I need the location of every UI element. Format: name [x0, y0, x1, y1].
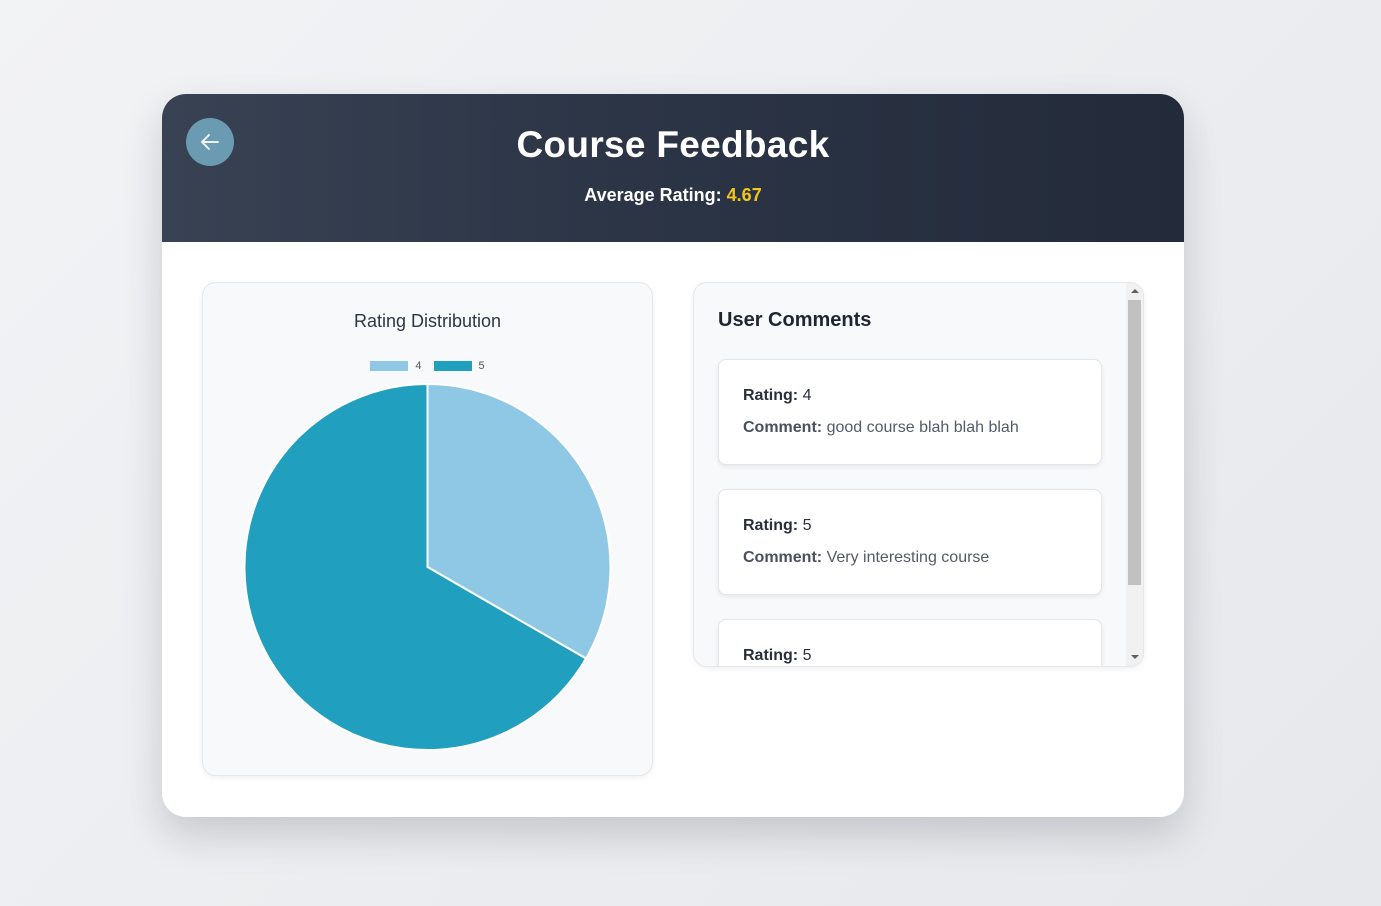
comment-label: Comment:	[743, 419, 823, 436]
rating-distribution-panel: Rating Distribution 45	[202, 282, 653, 776]
comment-text: Very interesting course	[826, 549, 990, 566]
pie-chart	[243, 382, 612, 751]
comment-label: Comment:	[743, 549, 823, 566]
comments-scrollbar[interactable]	[1126, 283, 1143, 666]
page-title: Course Feedback	[516, 124, 830, 165]
rating-value: 5	[802, 647, 812, 664]
scroll-up-icon[interactable]	[1131, 289, 1139, 293]
comment-card: Rating: 4 Comment: good course blah blah…	[718, 359, 1102, 465]
comment-text: good course blah blah blah	[826, 419, 1019, 436]
rating-value: 5	[802, 517, 812, 534]
rating-label: Rating:	[743, 387, 799, 404]
average-rating-value: 4.67	[726, 185, 762, 205]
scroll-thumb[interactable]	[1128, 300, 1141, 585]
header: Course Feedback Average Rating: 4.67	[162, 94, 1184, 242]
scroll-down-icon[interactable]	[1131, 655, 1139, 659]
average-rating-label: Average Rating:	[584, 185, 722, 205]
rating-label: Rating:	[743, 647, 799, 664]
comment-card: Rating: 5 Comment: Very interesting cour…	[718, 489, 1102, 595]
user-comments-panel: User Comments Rating: 4 Comment: good co…	[693, 282, 1144, 667]
rating-value: 4	[802, 387, 812, 404]
comment-card: Rating: 5	[718, 619, 1102, 666]
feedback-card: Course Feedback Average Rating: 4.67 Rat…	[162, 94, 1184, 817]
average-rating: Average Rating: 4.67	[162, 185, 1184, 206]
comments-title: User Comments	[718, 309, 872, 331]
rating-label: Rating:	[743, 517, 799, 534]
